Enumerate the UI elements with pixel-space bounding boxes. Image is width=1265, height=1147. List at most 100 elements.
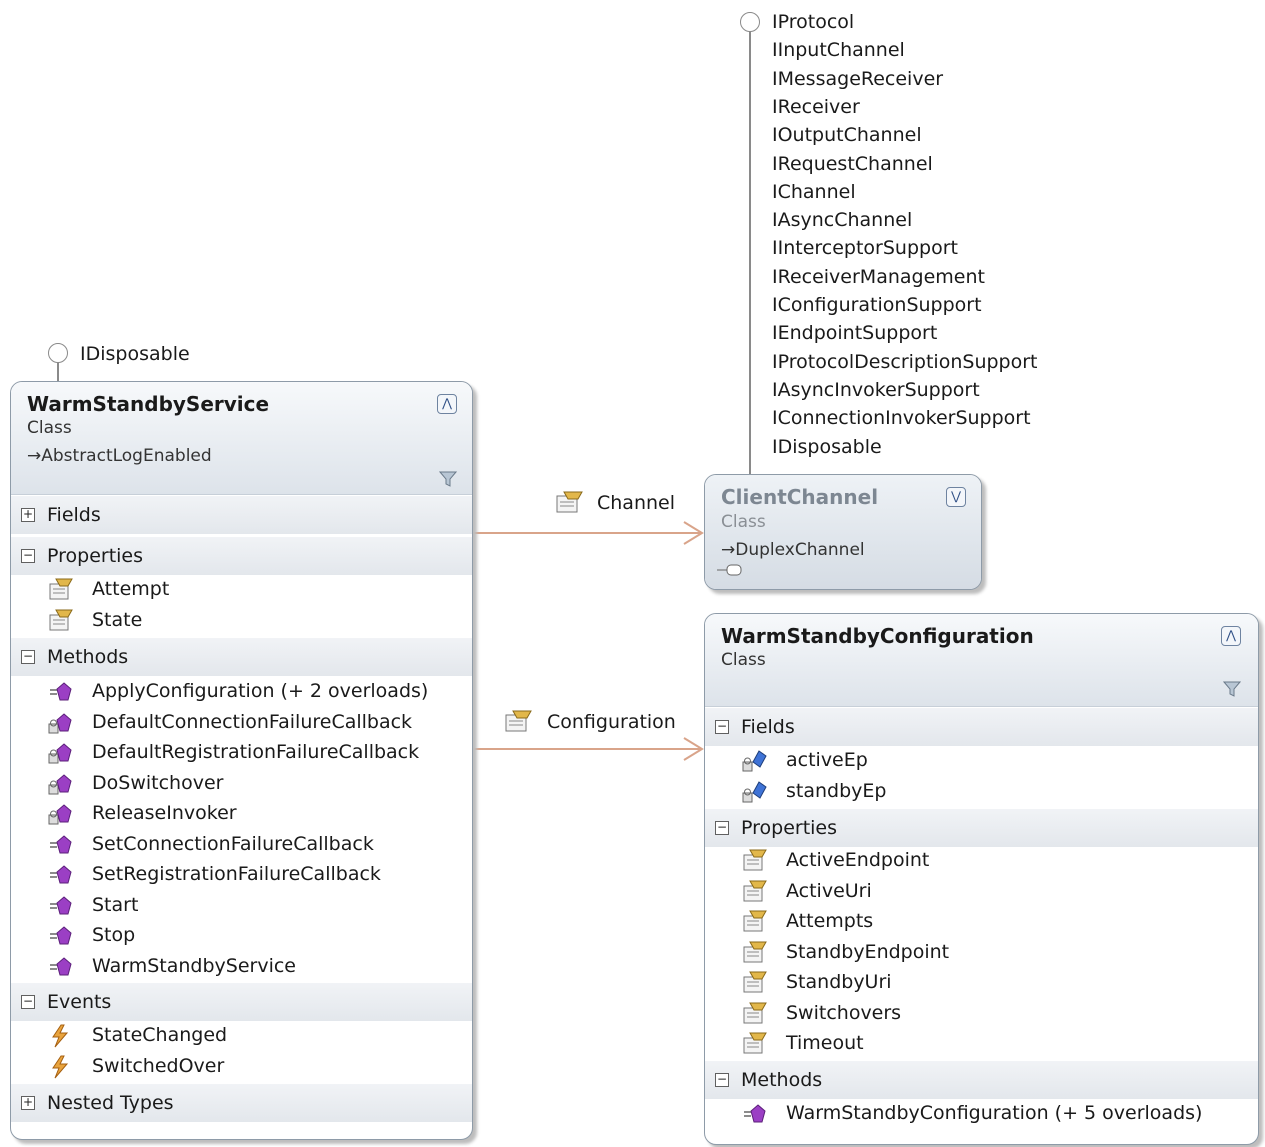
fields-section-label: Fields	[741, 716, 795, 738]
fields-section-header[interactable]: + Fields	[11, 495, 472, 534]
client-channel-lollipop-stem	[749, 32, 751, 474]
property-item-label: StandbyEndpoint	[786, 940, 950, 963]
property-item-label: Attempts	[786, 910, 874, 932]
collapse-button[interactable]: ⋀	[1221, 626, 1241, 646]
methods-section-header[interactable]: − Methods	[11, 637, 472, 676]
method-icon	[47, 863, 73, 887]
method-icon	[47, 772, 73, 796]
interface-label: IInterceptorSupport	[772, 237, 958, 260]
client-channel-base-name: DuplexChannel	[735, 540, 865, 560]
service-interface-label: IDisposable	[80, 343, 190, 365]
collapse-section-icon[interactable]: −	[715, 720, 729, 734]
properties-section-header[interactable]: − Properties	[705, 808, 1258, 847]
inherit-arrow-icon: →	[721, 540, 736, 560]
expand-button[interactable]: ⋁	[946, 487, 966, 507]
client-channel-lollipop-icon	[740, 12, 760, 32]
event-item-label: SwitchedOver	[92, 1054, 225, 1077]
method-item[interactable]: DefaultConnectionFailureCallback	[11, 708, 472, 738]
method-icon	[47, 741, 73, 765]
event-item[interactable]: SwitchedOver	[11, 1052, 472, 1082]
interface-label: IAsyncInvokerSupport	[772, 378, 980, 401]
events-section-label: Events	[47, 991, 112, 1013]
property-item[interactable]: Attempts	[705, 907, 1258, 937]
method-item[interactable]: WarmStandbyConfiguration (+ 5 overloads)	[705, 1099, 1258, 1129]
fields-section-header[interactable]: − Fields	[705, 707, 1258, 746]
method-icon	[47, 924, 73, 948]
property-item[interactable]: Attempt	[11, 575, 472, 605]
configuration-association-label[interactable]: Configuration	[547, 711, 676, 733]
nested-types-section-header[interactable]: + Nested Types	[11, 1083, 472, 1122]
channel-association-label[interactable]: Channel	[597, 492, 675, 514]
method-item[interactable]: SetConnectionFailureCallback	[11, 830, 472, 860]
method-item[interactable]: DefaultRegistrationFailureCallback	[11, 738, 472, 768]
property-item[interactable]: ActiveUri	[705, 877, 1258, 907]
expand-section-icon[interactable]: +	[21, 508, 35, 522]
client-channel-base: →DuplexChannel	[721, 540, 865, 560]
property-item[interactable]: Timeout	[705, 1029, 1258, 1059]
client-channel-class-box[interactable]: ClientChannel Class →DuplexChannel ⋁	[704, 474, 982, 590]
collapse-section-icon[interactable]: −	[715, 821, 729, 835]
method-item[interactable]: ReleaseInvoker	[11, 799, 472, 829]
collapse-button[interactable]: ⋀	[437, 394, 457, 414]
client-channel-kind: Class	[721, 512, 766, 532]
field-item-label: standbyEp	[786, 779, 887, 802]
field-item[interactable]: standbyEp	[705, 777, 1258, 807]
property-icon	[741, 941, 767, 965]
interface-label: IReceiverManagement	[772, 265, 985, 288]
service-header: WarmStandbyService Class →AbstractLogEna…	[11, 382, 472, 495]
method-icon	[47, 955, 73, 979]
field-item-label: activeEp	[786, 749, 868, 771]
field-icon	[741, 780, 767, 804]
lollipop-shortcut-icon	[717, 564, 742, 576]
method-icon	[47, 894, 73, 918]
interface-label: IConnectionInvokerSupport	[772, 407, 1031, 430]
field-item[interactable]: activeEp	[705, 746, 1258, 776]
config-title: WarmStandbyConfiguration	[721, 624, 1034, 648]
warm-standby-configuration-class-box[interactable]: WarmStandbyConfiguration Class ⋀ − Fields…	[704, 613, 1259, 1145]
property-item-label: Attempt	[92, 578, 170, 600]
property-icon	[741, 1002, 767, 1026]
property-item[interactable]: StandbyEndpoint	[705, 938, 1258, 968]
collapse-section-icon[interactable]: −	[21, 650, 35, 664]
property-item-label: StandbyUri	[786, 971, 892, 993]
expand-section-icon[interactable]: +	[21, 1096, 35, 1110]
property-icon	[741, 910, 767, 934]
property-item[interactable]: Switchovers	[705, 999, 1258, 1029]
service-lollipop-stem	[57, 363, 59, 383]
channel-property-icon	[556, 491, 583, 513]
method-item[interactable]: Start	[11, 891, 472, 921]
property-item-label: ActiveUri	[786, 879, 872, 902]
method-item[interactable]: DoSwitchover	[11, 769, 472, 799]
property-icon	[741, 880, 767, 904]
method-item-label: ReleaseInvoker	[92, 802, 237, 824]
method-item[interactable]: WarmStandbyService	[11, 952, 472, 982]
events-section-header[interactable]: − Events	[11, 982, 472, 1021]
inherit-arrow-icon: →	[27, 446, 42, 466]
configuration-property-icon	[505, 710, 532, 732]
collapse-section-icon[interactable]: −	[715, 1073, 729, 1087]
methods-section-header[interactable]: − Methods	[705, 1060, 1258, 1099]
property-icon	[47, 578, 73, 602]
method-item[interactable]: Stop	[11, 921, 472, 951]
collapse-section-icon[interactable]: −	[21, 995, 35, 1009]
method-item[interactable]: ApplyConfiguration (+ 2 overloads)	[11, 677, 472, 707]
properties-section-header[interactable]: − Properties	[11, 536, 472, 575]
interface-label: IOutputChannel	[772, 124, 922, 147]
filter-icon[interactable]	[439, 470, 457, 488]
methods-section-label: Methods	[741, 1069, 823, 1091]
property-item[interactable]: State	[11, 606, 472, 636]
warm-standby-service-class-box[interactable]: WarmStandbyService Class →AbstractLogEna…	[10, 381, 473, 1140]
service-lollipop-icon	[48, 343, 68, 363]
property-item[interactable]: StandbyUri	[705, 968, 1258, 998]
client-channel-title: ClientChannel	[721, 485, 879, 509]
property-item[interactable]: ActiveEndpoint	[705, 846, 1258, 876]
interface-label: IChannel	[772, 180, 856, 203]
event-item[interactable]: StateChanged	[11, 1021, 472, 1051]
filter-icon[interactable]	[1223, 680, 1241, 698]
interface-label: IRequestChannel	[772, 152, 933, 175]
fields-section-label: Fields	[47, 504, 101, 526]
method-icon	[741, 1102, 767, 1126]
collapse-section-icon[interactable]: −	[21, 549, 35, 563]
method-item[interactable]: SetRegistrationFailureCallback	[11, 860, 472, 890]
properties-section-label: Properties	[47, 545, 144, 567]
